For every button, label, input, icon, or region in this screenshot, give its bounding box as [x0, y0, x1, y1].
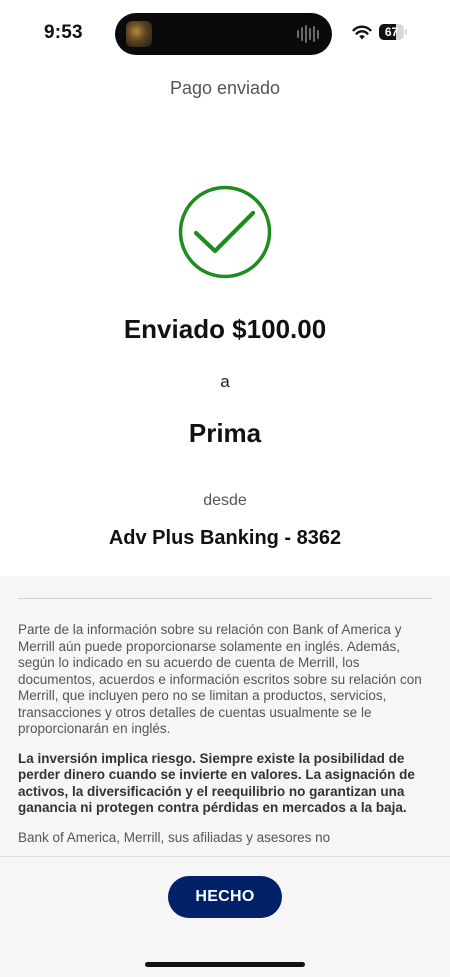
disclosure-section[interactable]: Parte de la información sobre su relació…: [0, 576, 450, 856]
battery-percentage: 67: [384, 25, 399, 39]
page-title: Pago enviado: [169, 78, 281, 98]
sent-amount: Enviado $100.00: [123, 314, 327, 344]
battery-icon: 67: [379, 24, 407, 40]
disclosure-paragraph-language: Parte de la información sobre su relació…: [18, 622, 422, 736]
done-button[interactable]: HECHO: [168, 876, 282, 918]
divider: [18, 598, 432, 599]
source-account: Adv Plus Banking - 8362: [108, 527, 342, 549]
from-label: desde: [203, 492, 247, 509]
to-label: a: [220, 372, 230, 391]
disclosure-paragraph-affiliates: Bank of America, Merrill, sus afiliadas …: [18, 829, 331, 845]
recipient-name: Prima: [188, 418, 262, 448]
status-bar: 9:53 67: [0, 0, 450, 66]
disclosure-text: Parte de la información sobre su relació…: [18, 622, 432, 856]
now-playing-waveform-icon: [297, 24, 319, 44]
wifi-icon: [352, 25, 372, 40]
footer-bar: HECHO: [0, 856, 450, 977]
home-indicator[interactable]: [145, 962, 305, 967]
status-time: 9:53: [44, 22, 83, 43]
disclosure-paragraph-risk: La inversión implica riesgo. Siempre exi…: [18, 750, 415, 816]
dynamic-island[interactable]: [115, 13, 332, 55]
now-playing-artwork: [126, 21, 152, 47]
check-circle-icon: [178, 185, 272, 279]
